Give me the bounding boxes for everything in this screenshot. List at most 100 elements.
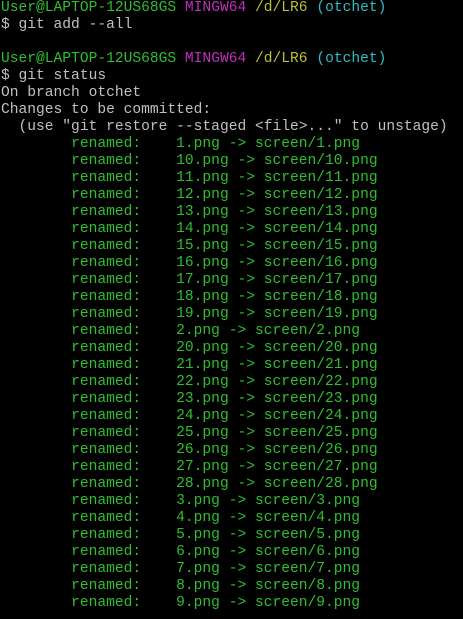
change-path: 23.png -> screen/23.png — [176, 391, 378, 407]
staged-change-line: renamed: 21.png -> screen/21.png — [1, 357, 463, 374]
staged-change-line: renamed: 28.png -> screen/28.png — [1, 476, 463, 493]
staged-change-line: renamed: 3.png -> screen/3.png — [1, 493, 463, 510]
staged-change-line: renamed: 6.png -> screen/6.png — [1, 544, 463, 561]
change-type-label: renamed: — [71, 442, 142, 458]
change-type-label: renamed: — [71, 289, 142, 305]
change-type-label: renamed: — [71, 136, 142, 152]
prompt-branch: (otchet) — [316, 51, 387, 67]
change-path: 19.png -> screen/19.png — [176, 306, 378, 322]
change-type-label: renamed: — [71, 170, 142, 186]
prompt-system: MINGW64 — [184, 51, 247, 67]
prompt-line: User@LAPTOP-12US68GS MINGW64 /d/LR6 (otc… — [1, 51, 463, 68]
change-type-label: renamed: — [71, 238, 142, 254]
change-path: 7.png -> screen/7.png — [176, 561, 361, 577]
change-path: 11.png -> screen/11.png — [176, 170, 378, 186]
prompt-path: /d/LR6 — [255, 0, 308, 16]
change-path: 20.png -> screen/20.png — [176, 340, 378, 356]
staged-change-line: renamed: 25.png -> screen/25.png — [1, 425, 463, 442]
terminal-window[interactable]: User@LAPTOP-12US68GS MINGW64 /d/LR6 (otc… — [0, 0, 463, 619]
change-path: 25.png -> screen/25.png — [176, 425, 378, 441]
change-path: 1.png -> screen/1.png — [176, 136, 361, 152]
change-path: 21.png -> screen/21.png — [176, 357, 378, 373]
change-path: 14.png -> screen/14.png — [176, 221, 378, 237]
change-path: 27.png -> screen/27.png — [176, 459, 378, 475]
change-path: 8.png -> screen/8.png — [176, 578, 361, 594]
staged-change-line: renamed: 27.png -> screen/27.png — [1, 459, 463, 476]
staged-change-line: renamed: 15.png -> screen/15.png — [1, 238, 463, 255]
change-type-label: renamed: — [71, 255, 142, 271]
change-path: 2.png -> screen/2.png — [176, 323, 361, 339]
staged-change-line: renamed: 14.png -> screen/14.png — [1, 221, 463, 238]
prompt-path: /d/LR6 — [255, 51, 308, 67]
change-type-label: renamed: — [71, 578, 142, 594]
change-type-label: renamed: — [71, 408, 142, 424]
change-path: 5.png -> screen/5.png — [176, 527, 361, 543]
change-path: 16.png -> screen/16.png — [176, 255, 378, 271]
staged-change-line: renamed: 9.png -> screen/9.png — [1, 595, 463, 612]
prompt-line: User@LAPTOP-12US68GS MINGW64 /d/LR6 (otc… — [1, 0, 463, 17]
change-type-label: renamed: — [71, 306, 142, 322]
change-type-label: renamed: — [71, 323, 142, 339]
change-type-label: renamed: — [71, 374, 142, 390]
staged-change-line: renamed: 13.png -> screen/13.png — [1, 204, 463, 221]
change-path: 22.png -> screen/22.png — [176, 374, 378, 390]
staged-change-line: renamed: 26.png -> screen/26.png — [1, 442, 463, 459]
change-type-label: renamed: — [71, 459, 142, 475]
change-type-label: renamed: — [71, 527, 142, 543]
command-line: $ git add --all — [1, 17, 133, 33]
staged-change-line: renamed: 16.png -> screen/16.png — [1, 255, 463, 272]
staged-change-line: renamed: 7.png -> screen/7.png — [1, 561, 463, 578]
change-path: 9.png -> screen/9.png — [176, 595, 361, 611]
change-path: 24.png -> screen/24.png — [176, 408, 378, 424]
staged-change-line: renamed: 11.png -> screen/11.png — [1, 170, 463, 187]
staged-change-line: renamed: 24.png -> screen/24.png — [1, 408, 463, 425]
change-path: 28.png -> screen/28.png — [176, 476, 378, 492]
change-type-label: renamed: — [71, 425, 142, 441]
change-type-label: renamed: — [71, 272, 142, 288]
status-hint-line: (use "git restore --staged <file>..." to… — [1, 119, 448, 135]
staged-change-line: renamed: 22.png -> screen/22.png — [1, 374, 463, 391]
change-type-label: renamed: — [71, 340, 142, 356]
change-type-label: renamed: — [71, 187, 142, 203]
staged-change-line: renamed: 23.png -> screen/23.png — [1, 391, 463, 408]
change-path: 4.png -> screen/4.png — [176, 510, 361, 526]
change-type-label: renamed: — [71, 493, 142, 509]
staged-change-line: renamed: 8.png -> screen/8.png — [1, 578, 463, 595]
prompt-branch: (otchet) — [316, 0, 387, 16]
change-type-label: renamed: — [71, 476, 142, 492]
change-type-label: renamed: — [71, 221, 142, 237]
staged-change-line: renamed: 12.png -> screen/12.png — [1, 187, 463, 204]
change-path: 6.png -> screen/6.png — [176, 544, 361, 560]
prompt-user-host: User@LAPTOP-12US68GS — [1, 0, 177, 16]
staged-change-line: renamed: 1.png -> screen/1.png — [1, 136, 463, 153]
command-line: $ git status — [1, 68, 107, 84]
staged-changes-list: renamed: 1.png -> screen/1.png renamed: … — [1, 136, 463, 612]
staged-change-line: renamed: 19.png -> screen/19.png — [1, 306, 463, 323]
change-path: 26.png -> screen/26.png — [176, 442, 378, 458]
staged-change-line: renamed: 5.png -> screen/5.png — [1, 527, 463, 544]
change-path: 18.png -> screen/18.png — [176, 289, 378, 305]
prompt-system: MINGW64 — [184, 0, 247, 16]
change-type-label: renamed: — [71, 561, 142, 577]
change-type-label: renamed: — [71, 510, 142, 526]
staged-change-line: renamed: 20.png -> screen/20.png — [1, 340, 463, 357]
staged-change-line: renamed: 18.png -> screen/18.png — [1, 289, 463, 306]
change-path: 13.png -> screen/13.png — [176, 204, 378, 220]
prompt-user-host: User@LAPTOP-12US68GS — [1, 51, 177, 67]
status-branch-line: On branch otchet — [1, 85, 142, 101]
staged-change-line: renamed: 4.png -> screen/4.png — [1, 510, 463, 527]
staged-change-line: renamed: 2.png -> screen/2.png — [1, 323, 463, 340]
change-path: 10.png -> screen/10.png — [176, 153, 378, 169]
staged-change-line: renamed: 10.png -> screen/10.png — [1, 153, 463, 170]
change-type-label: renamed: — [71, 391, 142, 407]
change-type-label: renamed: — [71, 204, 142, 220]
change-path: 15.png -> screen/15.png — [176, 238, 378, 254]
staged-change-line: renamed: 17.png -> screen/17.png — [1, 272, 463, 289]
change-type-label: renamed: — [71, 153, 142, 169]
change-type-label: renamed: — [71, 357, 142, 373]
status-header-line: Changes to be committed: — [1, 102, 212, 118]
change-path: 12.png -> screen/12.png — [176, 187, 378, 203]
change-type-label: renamed: — [71, 595, 142, 611]
change-path: 3.png -> screen/3.png — [176, 493, 361, 509]
